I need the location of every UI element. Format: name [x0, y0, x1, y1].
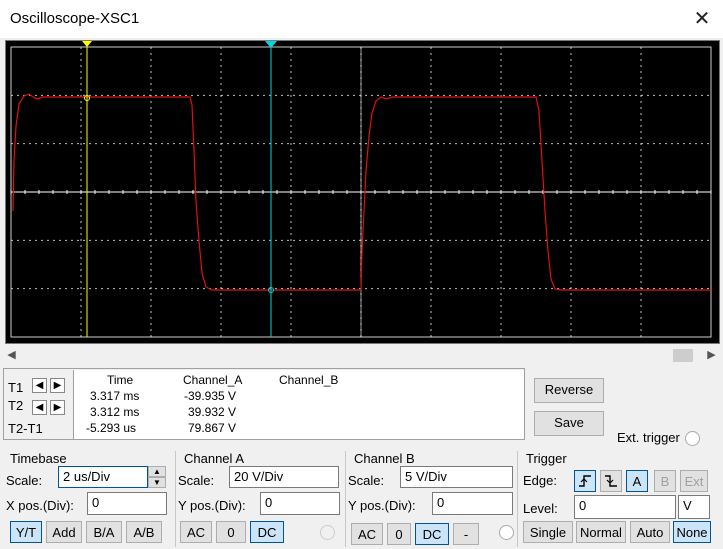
scroll-thumb[interactable]: [673, 349, 693, 362]
channel-b-coupling--button[interactable]: -: [453, 523, 479, 545]
trigger-mode-normal-button[interactable]: Normal: [576, 521, 626, 543]
timebase-mode-add-button[interactable]: Add: [46, 521, 82, 543]
title-bar: Oscilloscope-XSC1 ✕: [0, 0, 723, 38]
header-channel-a: Channel_A: [183, 373, 243, 387]
trigger-mode-single-button[interactable]: Single: [523, 521, 573, 543]
trigger-mode-none-button[interactable]: None: [673, 521, 711, 543]
cursor-panel: T1 ◀ ▶ T2 ◀ ▶ T2-T1 Time Channel_A Chann…: [3, 368, 525, 440]
timebase-scale-input[interactable]: 2 us/Div: [58, 466, 148, 488]
channel-b-title: Channel B: [354, 451, 415, 466]
trigger-source-ext-button[interactable]: Ext: [680, 470, 708, 492]
channel-a-coupling-0-button[interactable]: 0: [216, 521, 246, 543]
trigger-source-a-button[interactable]: A: [626, 470, 648, 492]
t2-t1-label: T2-T1: [8, 421, 43, 436]
channel-a-terminal: [320, 525, 335, 540]
row-t2-time: 3.312 ms: [90, 405, 140, 419]
rising-edge-icon[interactable]: [574, 470, 596, 492]
timebase-down-icon[interactable]: ▼: [148, 477, 166, 488]
window-title: Oscilloscope-XSC1: [10, 10, 140, 27]
trigger-source-b-button[interactable]: B: [654, 470, 676, 492]
scope-display: [10, 41, 712, 338]
scroll-right-icon[interactable]: ▶: [703, 347, 720, 364]
trigger-group: Trigger Edge: A B Ext Level: 0 V Single Nor…: [517, 451, 720, 547]
trigger-level-label: Level:: [523, 501, 558, 516]
channel-b-coupling-ac-button[interactable]: AC: [351, 523, 383, 545]
timebase-title: Timebase: [10, 451, 67, 466]
trigger-level-unit[interactable]: V: [678, 495, 710, 519]
channel-a-scale-input[interactable]: 20 V/Div: [229, 466, 339, 488]
ext-trigger-terminal[interactable]: [685, 431, 700, 446]
t1-left-arrow-icon[interactable]: ◀: [32, 378, 47, 393]
timebase-mode-yt-button[interactable]: Y/T: [10, 521, 42, 543]
timebase-group: Timebase Scale: 2 us/Div ▲ ▼ X pos.(Div)…: [3, 451, 173, 547]
channel-b-coupling-0-button[interactable]: 0: [387, 523, 411, 545]
channel-b-scale-label: Scale:: [348, 473, 385, 488]
trigger-level-input[interactable]: 0: [574, 495, 676, 519]
channel-a-coupling-dc-button[interactable]: DC: [250, 521, 284, 543]
horizontal-scrollbar[interactable]: ◀ ▶: [3, 347, 720, 364]
channel-b-ypos-label: Y pos.(Div):: [348, 498, 416, 513]
t2-left-arrow-icon[interactable]: ◀: [32, 400, 47, 415]
channel-a-ypos-input[interactable]: 0: [260, 492, 340, 515]
timebase-up-icon[interactable]: ▲: [148, 466, 166, 477]
channel-b-coupling-dc-button[interactable]: DC: [415, 523, 449, 545]
timebase-xpos-label: X pos.(Div):: [6, 498, 74, 513]
oscilloscope-screen: [5, 40, 720, 344]
row-diff-time: -5.293 us: [86, 421, 137, 435]
t2-label: T2: [8, 398, 24, 413]
channel-b-scale-input[interactable]: 5 V/Div: [400, 466, 513, 488]
t2-right-arrow-icon[interactable]: ▶: [50, 400, 65, 415]
trigger-mode-auto-button[interactable]: Auto: [630, 521, 670, 543]
row-t1-time: 3.317 ms: [90, 389, 140, 403]
header-channel-b: Channel_B: [279, 373, 339, 387]
channel-a-coupling-ac-button[interactable]: AC: [180, 521, 212, 543]
row-t1-channel-a: -39.935 V: [184, 389, 237, 403]
trigger-title: Trigger: [526, 451, 567, 466]
header-time: Time: [107, 373, 134, 387]
save-button[interactable]: Save: [534, 411, 604, 436]
channel-b-terminal[interactable]: [499, 525, 514, 540]
t1-label: T1: [8, 380, 24, 395]
row-t2-channel-a: 39.932 V: [188, 405, 237, 419]
channel-a-title: Channel A: [184, 451, 244, 466]
scroll-left-icon[interactable]: ◀: [3, 347, 20, 364]
cursor-readout: Time Channel_A Channel_B 3.317 ms -39.93…: [73, 370, 524, 439]
channel-b-ypos-input[interactable]: 0: [432, 492, 513, 515]
row-diff-channel-a: 79.867 V: [188, 421, 237, 435]
channel-b-group: Channel B Scale: 5 V/Div Y pos.(Div): 0 …: [345, 451, 515, 547]
channel-a-ypos-label: Y pos.(Div):: [178, 498, 246, 513]
timebase-scale-label: Scale:: [6, 473, 43, 488]
falling-edge-icon[interactable]: [600, 470, 622, 492]
t1-right-arrow-icon[interactable]: ▶: [50, 378, 65, 393]
timebase-xpos-input[interactable]: 0: [87, 492, 167, 515]
timebase-mode-ab-button[interactable]: A/B: [126, 521, 162, 543]
ext-trigger-label: Ext. trigger: [617, 430, 680, 445]
timebase-mode-ba-button[interactable]: B/A: [86, 521, 122, 543]
channel-a-scale-label: Scale:: [178, 473, 215, 488]
reverse-button[interactable]: Reverse: [534, 378, 604, 403]
trigger-edge-label: Edge:: [523, 473, 557, 488]
close-button[interactable]: ✕: [689, 6, 715, 32]
channel-a-group: Channel A Scale: 20 V/Div Y pos.(Div): 0…: [175, 451, 343, 547]
cursor-1-handle-icon: [82, 41, 92, 47]
